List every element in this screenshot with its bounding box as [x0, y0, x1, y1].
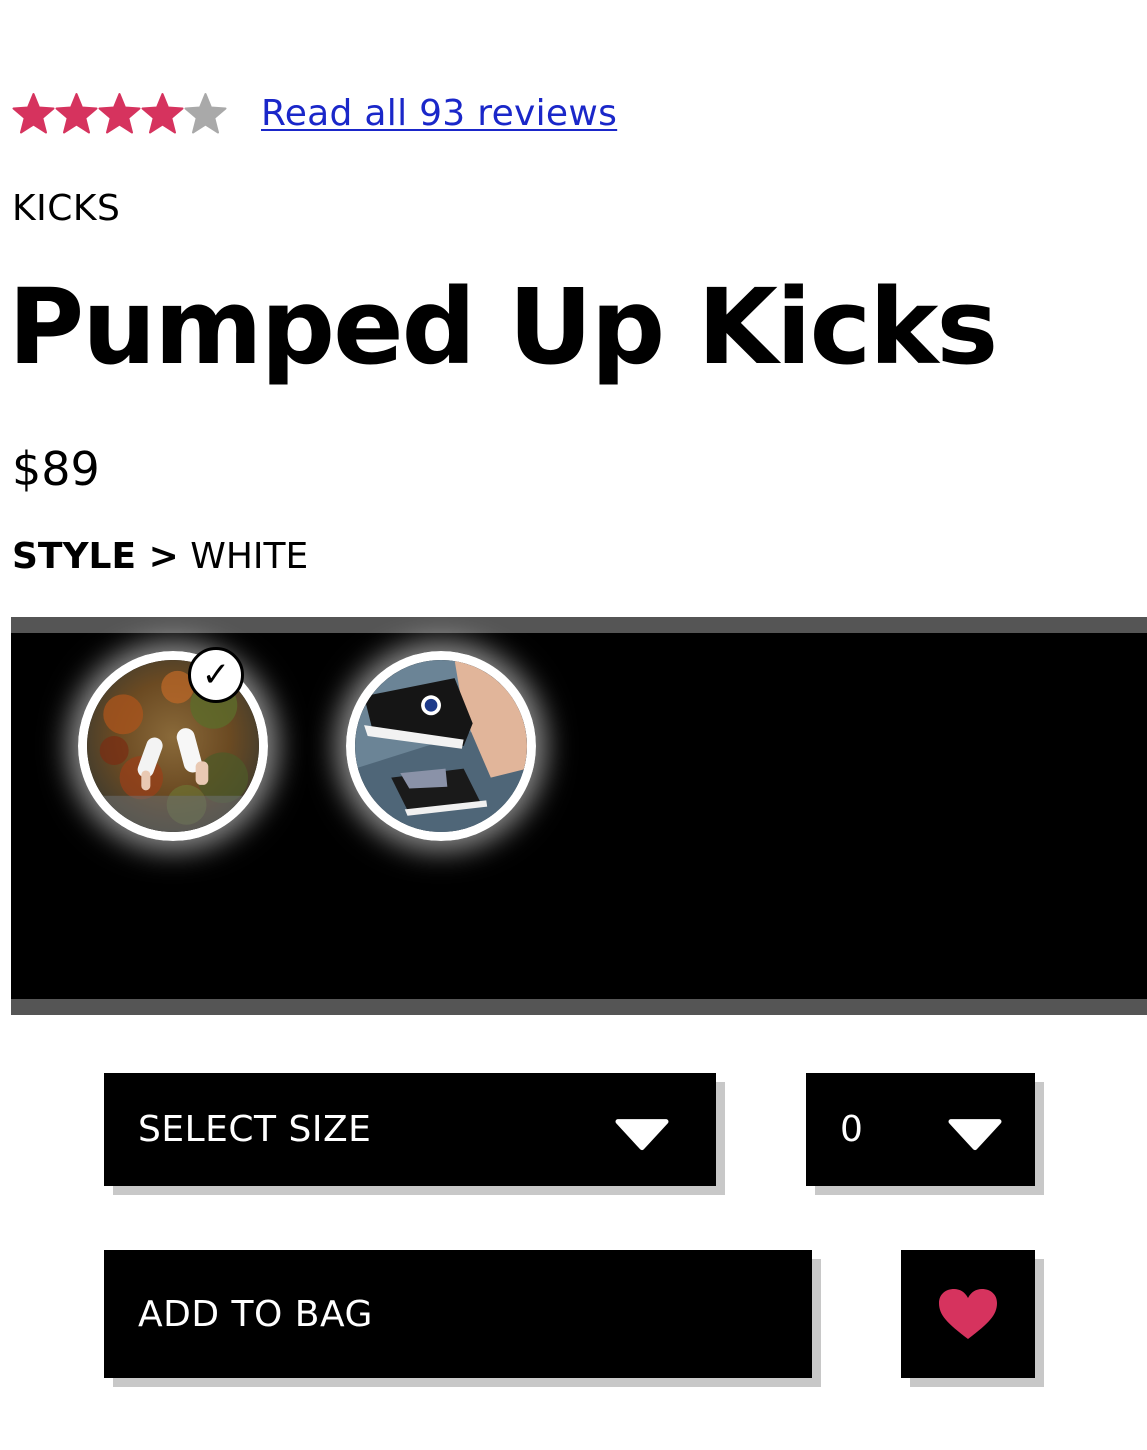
star-filled-icon: [98, 92, 141, 135]
heart-icon: [939, 1289, 997, 1339]
size-select-label: SELECT SIZE: [138, 1109, 372, 1150]
style-swatch-panel: ✓: [11, 617, 1147, 1015]
wishlist-button[interactable]: [901, 1250, 1035, 1378]
selected-check-icon: ✓: [188, 647, 244, 703]
quantity-value: 0: [840, 1109, 864, 1150]
style-selection: STYLE > WHITE: [12, 536, 308, 577]
star-filled-icon: [55, 92, 98, 135]
star-empty-icon: [184, 92, 227, 135]
star-rating: [12, 92, 227, 135]
black-sneakers-image: [355, 660, 527, 832]
star-filled-icon: [141, 92, 184, 135]
swatch-black[interactable]: [346, 651, 536, 841]
chevron-down-icon: [947, 1115, 1003, 1151]
style-value: WHITE: [190, 536, 309, 577]
read-reviews-link[interactable]: Read all 93 reviews: [261, 93, 617, 134]
quantity-select[interactable]: 0: [806, 1073, 1035, 1186]
style-label: STYLE >: [12, 536, 179, 577]
product-category: KICKS: [12, 188, 121, 229]
product-title: Pumped Up Kicks: [8, 266, 998, 388]
star-filled-icon: [12, 92, 55, 135]
add-to-bag-button[interactable]: ADD TO BAG: [104, 1250, 812, 1378]
chevron-down-icon: [614, 1115, 670, 1151]
product-price: $89: [12, 442, 100, 496]
rating-row: Read all 93 reviews: [12, 92, 617, 135]
add-to-bag-label: ADD TO BAG: [138, 1293, 373, 1335]
size-select[interactable]: SELECT SIZE: [104, 1073, 716, 1186]
